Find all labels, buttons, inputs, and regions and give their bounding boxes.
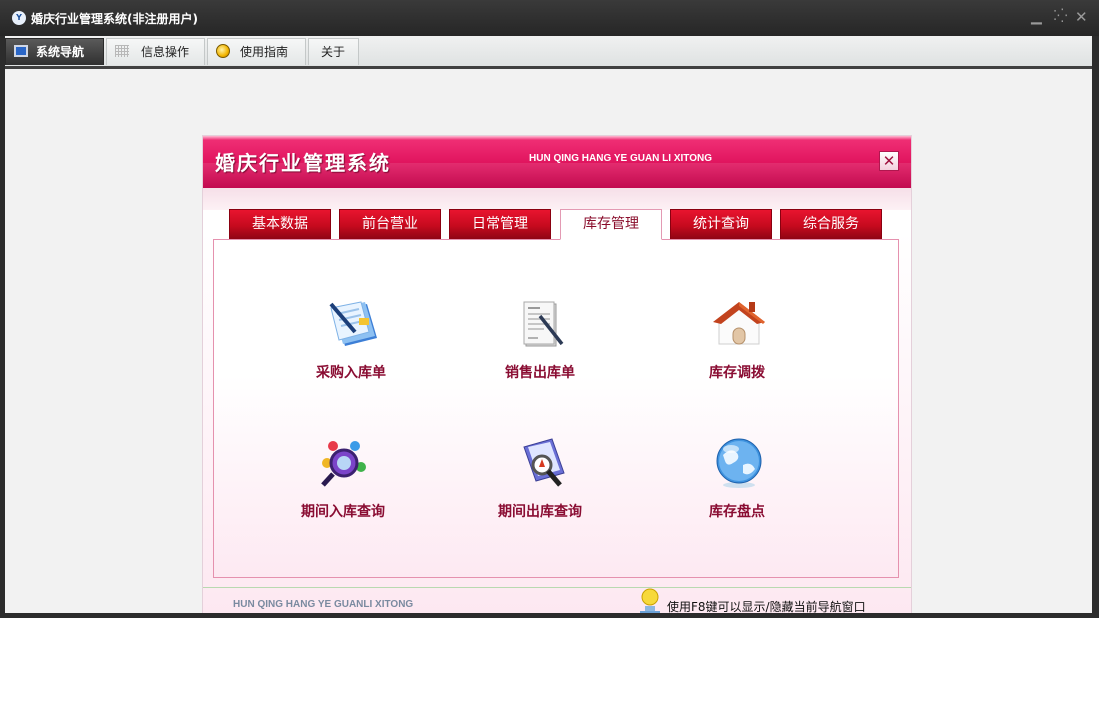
sales-outbound-item[interactable]: 销售出库单 — [470, 298, 610, 398]
minimize-button[interactable]: ▁ — [1031, 9, 1042, 25]
purchase-inbound-item[interactable]: 采购入库单 — [281, 298, 421, 398]
item-label: 采购入库单 — [316, 365, 386, 381]
menu-tab-label: 使用指南 — [240, 45, 289, 59]
period-outbound-query-item[interactable]: 期间出库查询 — [470, 437, 610, 537]
period-inbound-query-item[interactable]: 期间入库查询 — [273, 437, 413, 537]
globe-icon — [716, 438, 762, 488]
search-doc-icon — [523, 438, 565, 487]
tab-general-services[interactable]: 综合服务 — [780, 209, 882, 239]
workspace: 婚庆行业管理系统 HUN QING HANG YE GUAN LI XITONG… — [5, 69, 1092, 613]
app-logo: Y — [12, 11, 26, 25]
panel-header[interactable]: 婚庆行业管理系统 HUN QING HANG YE GUAN LI XITONG… — [203, 136, 911, 188]
panel-title: 婚庆行业管理系统 — [215, 151, 391, 175]
menu-tab-guide[interactable]: 使用指南 — [207, 38, 306, 65]
panel-subheader — [203, 188, 911, 210]
tab-statistics-query[interactable]: 统计查询 — [670, 209, 772, 239]
menu-bar: 系统导航 信息操作 使用指南 关于 — [5, 36, 1092, 66]
menu-tab-label: 系统导航 — [36, 45, 85, 59]
stocktaking-item[interactable]: 库存盘点 — [667, 437, 807, 537]
footer-tip: 使用F8键可以显示/隐藏当前导航窗口 — [667, 600, 866, 613]
maximize-button[interactable]: ⁚⁛ — [1053, 9, 1068, 25]
menu-tab-info-ops[interactable]: 信息操作 — [106, 38, 205, 65]
sales-doc-icon — [523, 301, 564, 347]
stock-transfer-item[interactable]: 库存调拨 — [667, 298, 807, 398]
navigation-panel: 婚庆行业管理系统 HUN QING HANG YE GUAN LI XITONG… — [203, 136, 911, 613]
monitor-icon — [14, 45, 28, 57]
app-window: Y 婚庆行业管理系统(非注册用户) ▁ ⁚⁛ ✕ 系统导航 信息操作 使用指南 … — [0, 0, 1099, 618]
tab-content: 采购入库单 销售出库单 库存调拨 期间入库查询 期间出库查询 库存盘点 — [213, 239, 899, 578]
close-panel-button[interactable]: ✕ — [879, 151, 899, 171]
item-label: 期间入库查询 — [301, 504, 385, 520]
item-label: 库存调拨 — [709, 365, 765, 381]
menu-tab-label: 关于 — [321, 45, 346, 59]
guide-icon — [216, 44, 230, 58]
item-label: 库存盘点 — [709, 504, 765, 520]
menu-tab-about[interactable]: 关于 — [308, 38, 359, 65]
item-label: 销售出库单 — [505, 365, 575, 381]
item-label: 期间出库查询 — [498, 504, 582, 520]
magnifier-icon — [321, 441, 366, 487]
tab-inventory-management[interactable]: 库存管理 — [560, 209, 662, 240]
close-window-button[interactable]: ✕ — [1075, 9, 1088, 25]
footer-brand-text: HUN QING HANG YE GUANLI XITONG — [233, 599, 414, 610]
tab-daily-management[interactable]: 日常管理 — [449, 209, 551, 239]
house-icon — [713, 302, 765, 345]
purchase-doc-icon — [329, 301, 377, 346]
window-title: 婚庆行业管理系统(非注册用户) — [31, 12, 198, 26]
tab-basic-data[interactable]: 基本数据 — [229, 209, 331, 239]
menu-tab-system-nav[interactable]: 系统导航 — [5, 38, 104, 65]
grid-icon — [115, 45, 129, 57]
menu-tab-label: 信息操作 — [141, 45, 190, 59]
panel-subtitle: HUN QING HANG YE GUAN LI XITONG — [529, 153, 712, 164]
lightbulb-icon — [640, 588, 660, 613]
tab-front-business[interactable]: 前台营业 — [339, 209, 441, 239]
footer-divider — [203, 587, 911, 588]
title-bar[interactable]: Y 婚庆行业管理系统(非注册用户) ▁ ⁚⁛ ✕ — [0, 0, 1099, 36]
